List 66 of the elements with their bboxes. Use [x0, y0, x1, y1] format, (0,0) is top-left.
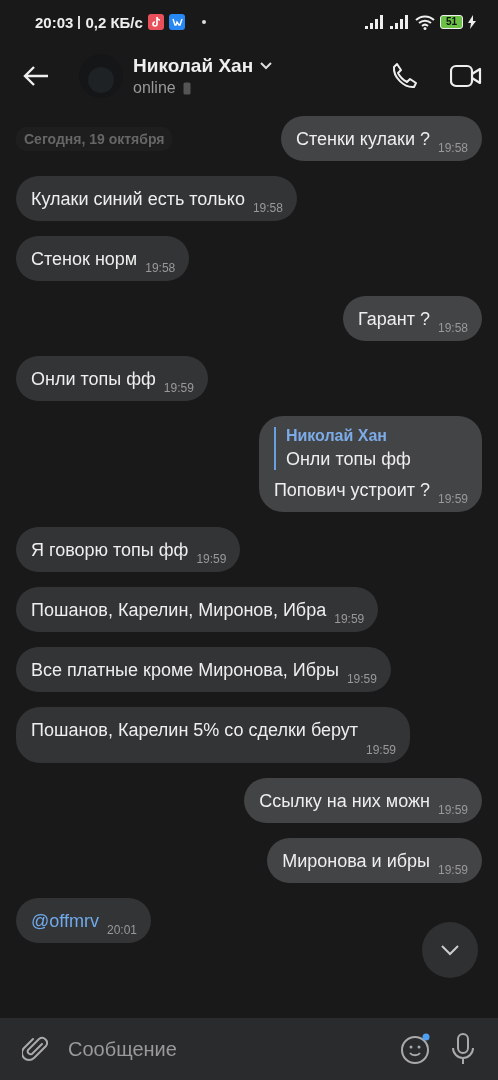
message-bubble[interactable]: Стенок норм 19:58: [16, 236, 190, 281]
phone-call-icon[interactable]: [390, 62, 418, 90]
message-time: 19:59: [196, 552, 227, 566]
message-text: Миронова и ибры: [282, 850, 430, 873]
music-app-icon: [147, 14, 164, 30]
message-text: Ссылку на них можн: [259, 790, 430, 813]
notification-dot-icon: [201, 20, 206, 24]
video-call-icon[interactable]: [450, 64, 482, 88]
message-time: 19:59: [346, 672, 377, 686]
message-bubble[interactable]: Все платные кроме Миронова, Ибры 19:59: [16, 647, 391, 692]
status-time: 20:03: [35, 13, 74, 31]
message-time: 19:59: [365, 743, 396, 757]
network-speed: 0,2 КБ/с: [85, 13, 143, 31]
reply-author: Николай Хан: [285, 427, 389, 445]
message-text: Стенки кулаки ?: [295, 128, 430, 151]
paperclip-icon[interactable]: [22, 1035, 48, 1063]
chevron-down-icon: [440, 944, 460, 956]
message-bubble[interactable]: Гарант ? 19:58: [343, 296, 482, 341]
message-text: Кулаки синий есть только: [31, 188, 245, 211]
contact-name[interactable]: Николай Хан: [133, 55, 254, 77]
message-text: Я говорю топы фф: [31, 539, 189, 562]
message-bubble[interactable]: @offmrv 20:01: [16, 898, 151, 943]
message-bubble[interactable]: Николай Хан Онли топы фф Попович устроит ? 19:59: [258, 416, 482, 512]
chat-app-icon: [168, 14, 185, 30]
back-arrow-icon[interactable]: [23, 65, 49, 87]
phone-device-icon: [182, 81, 191, 95]
message-text: Попович устроит ?: [273, 479, 430, 502]
message-input[interactable]: Сообщение: [66, 1036, 382, 1062]
message-time: 19:59: [334, 612, 365, 626]
message-text: Гарант ?: [358, 308, 430, 331]
battery-indicator: 51: [439, 15, 463, 29]
message-text: Пошанов, Карелин, Миронов, Ибра: [31, 599, 327, 622]
message-text: Все платные кроме Миронова, Ибры: [31, 659, 339, 682]
message-time: 19:58: [145, 261, 176, 275]
message-time: 20:01: [106, 923, 137, 937]
message-bubble[interactable]: Онли топы фф 19:59: [16, 356, 208, 401]
chevron-down-icon[interactable]: [260, 62, 273, 70]
message-time: 19:59: [437, 803, 468, 817]
message-time: 19:59: [437, 492, 468, 506]
message-bubble[interactable]: Пошанов, Карелин 5% со сделки берут 19:59: [16, 707, 410, 763]
message-text: Пошанов, Карелин 5% со сделки берут: [31, 719, 360, 742]
mention-link[interactable]: @offmrv: [31, 909, 99, 934]
message-text: Стенок норм: [31, 248, 138, 271]
message-bubble[interactable]: Я говорю топы фф 19:59: [16, 527, 241, 572]
charging-icon: [468, 15, 476, 29]
message-bubble[interactable]: Пошанов, Карелин, Миронов, Ибра 19:59: [16, 587, 379, 632]
message-time: 19:58: [437, 321, 468, 335]
date-divider: Сегодня, 19 октября: [16, 126, 173, 151]
message-time: 19:58: [437, 141, 468, 155]
message-time: 19:59: [437, 863, 468, 877]
reply-text: Онли топы фф: [285, 449, 412, 470]
message-time: 19:58: [252, 201, 283, 215]
signal-icon: [364, 15, 385, 29]
emoji-icon[interactable]: [400, 1033, 432, 1065]
message-text: Онли топы фф: [31, 368, 156, 391]
message-bubble[interactable]: Ссылку на них можн 19:59: [244, 778, 482, 823]
message-bubble[interactable]: Стенки кулаки ? 19:58: [280, 116, 482, 161]
message-composer[interactable]: Сообщение: [0, 1018, 498, 1080]
message-time: 19:59: [163, 381, 194, 395]
signal-icon: [389, 15, 410, 29]
contact-status: online: [133, 79, 176, 97]
microphone-icon[interactable]: [450, 1033, 476, 1065]
wifi-icon: [414, 14, 435, 30]
message-bubble[interactable]: Миронова и ибры 19:59: [267, 838, 482, 883]
reply-quote[interactable]: Николай Хан Онли топы фф: [273, 427, 468, 470]
message-bubble[interactable]: Кулаки синий есть только 19:58: [16, 176, 297, 221]
